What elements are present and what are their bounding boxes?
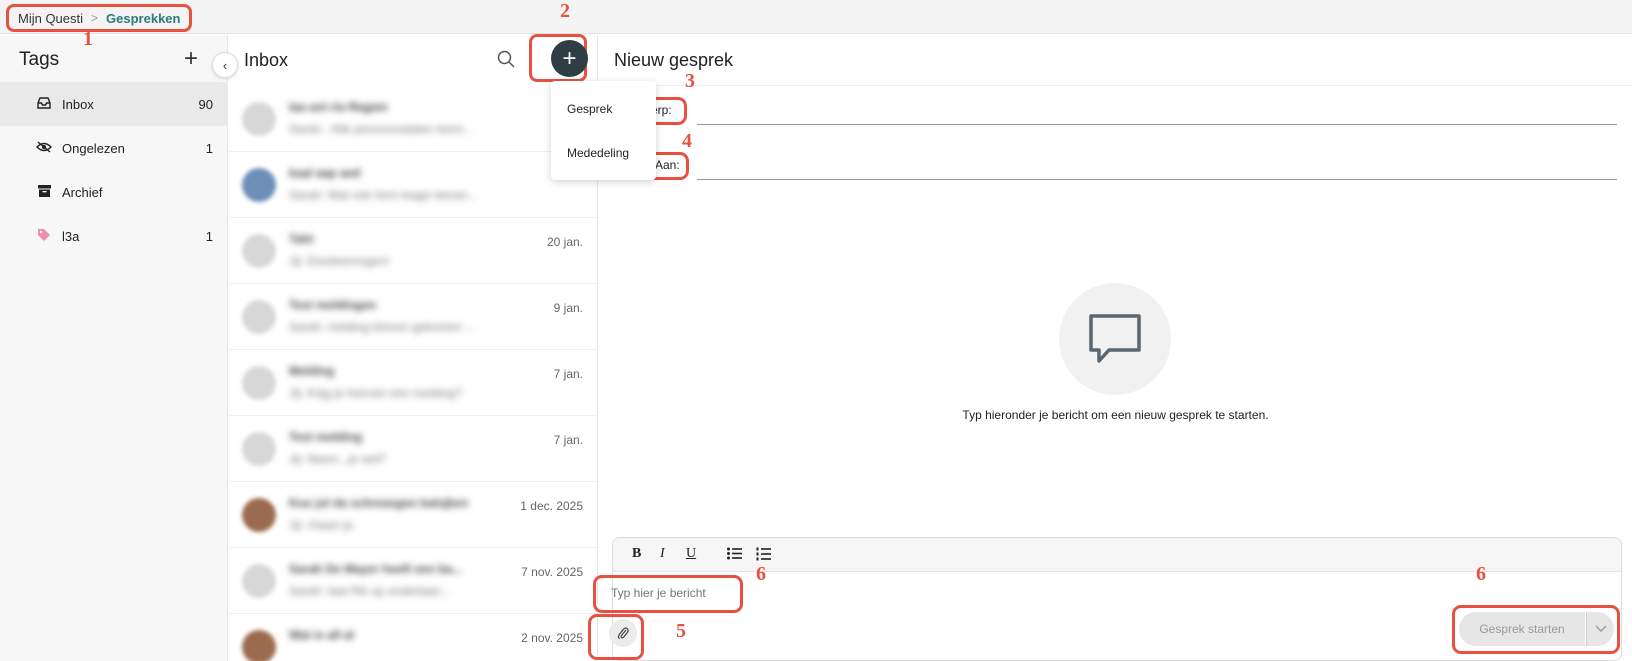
bold-button[interactable]: B: [632, 546, 641, 562]
conversation-item[interactable]: Test melding Jij: Nieen...je wel? 7 jan.: [229, 416, 597, 482]
sidebar-item-ongelezen[interactable]: Ongelezen 1: [0, 126, 228, 170]
paperclip-icon: [617, 627, 629, 640]
avatar: [242, 168, 276, 202]
sidebar-item-archief[interactable]: Archief: [0, 170, 228, 214]
conversation-item[interactable]: Test meldingen Sarah: melding binnen gek…: [229, 284, 597, 350]
avatar: [242, 102, 276, 136]
conversation-title: kaal aap aed: [289, 166, 361, 180]
conversation-title: Wat is all al: [289, 628, 354, 642]
recipient-input[interactable]: [697, 152, 1617, 180]
conversation-preview: Jij: Doedoereogen!: [289, 254, 390, 268]
conversation-date: 1 dec. 2025: [520, 499, 583, 513]
subject-input[interactable]: [697, 97, 1617, 125]
conversation-date: 2 nov. 2025: [521, 631, 583, 645]
conversation-item[interactable]: Taht Jij: Doedoereogen! 20 jan.: [229, 218, 597, 284]
conversation-item[interactable]: Melding Jij: Krijg je hiervan een meldin…: [229, 350, 597, 416]
sidebar-item-label: Inbox: [62, 96, 94, 112]
conversation-preview: Jij: Krijg je hiervan een melding?: [289, 386, 462, 400]
conversation-date: 7 jan.: [553, 433, 583, 447]
conversation-title: Sarah De Mayer heeft een ba...: [289, 562, 463, 576]
sidebar-item-inbox[interactable]: Inbox 90: [0, 82, 228, 126]
avatar: [242, 432, 276, 466]
new-conversation-button[interactable]: +: [551, 40, 588, 77]
top-bar: [0, 0, 1632, 34]
chevron-down-icon: [1595, 625, 1606, 632]
underline-button[interactable]: U: [686, 546, 696, 562]
empty-state-illustration: [1059, 283, 1171, 395]
sidebar-item-count: 1: [205, 228, 213, 244]
conversation-preview: Jij: chaan ja: [289, 518, 353, 532]
inbox-icon: [36, 96, 52, 112]
chat-bubble-icon: [1089, 314, 1141, 363]
attach-button[interactable]: [609, 619, 637, 647]
breadcrumb: Mijn Questi > Gesprekken: [6, 4, 193, 32]
conversation-item[interactable]: Sarah De Mayer heeft een ba... Sarah: la…: [229, 548, 597, 614]
add-tag-button[interactable]: +: [184, 47, 198, 71]
eye-off-icon: [36, 140, 52, 156]
divider: [599, 85, 1632, 86]
new-conversation-menu: Gesprek Mededeling: [551, 81, 656, 180]
to-label: Aan:: [655, 158, 680, 172]
menu-item-mededeling[interactable]: Mededeling: [551, 131, 656, 175]
tags-sidebar: Tags + Inbox 90 Ongelezen 1 Archief l3a …: [0, 35, 228, 661]
annotation-number: 3: [685, 70, 695, 92]
avatar: [242, 564, 276, 598]
conversation-preview: Jij: Nieen...je wel?: [289, 452, 386, 466]
message-input[interactable]: [611, 579, 735, 607]
conversation-title: Test melding: [289, 430, 363, 444]
conversation-item[interactable]: kaal aap aed Sarah: Wat ook hem leage le…: [229, 152, 597, 218]
breadcrumb-home-link[interactable]: Mijn Questi: [18, 11, 83, 26]
archive-icon: [36, 184, 52, 200]
inbox-title: Inbox: [244, 50, 289, 70]
breadcrumb-separator: >: [91, 11, 99, 25]
conversation-item[interactable]: Iaa aot ria Ragwn Sarah - Alle persoonsd…: [229, 86, 597, 152]
conversation-date: 7 jan.: [553, 367, 583, 381]
conversation-preview: Sarah: melding binnen gekomen ...: [289, 320, 476, 334]
sidebar-item-l3a[interactable]: l3a 1: [0, 214, 228, 258]
conversation-preview: Sarah: laat Rik op onderlaan...: [289, 584, 452, 598]
annotation-number: 5: [676, 620, 686, 642]
bullet-list-icon[interactable]: [727, 547, 742, 565]
avatar: [242, 234, 276, 268]
conversation-title: Kuo jul da schreasgen balsjken: [289, 496, 469, 510]
inbox-panel: Inbox Iaa aot ria Ragwn Sarah - Alle per…: [229, 35, 598, 661]
annotation-number: 4: [682, 130, 692, 152]
sidebar-item-count: 90: [198, 96, 213, 112]
sidebar-item-label: Archief: [62, 184, 103, 200]
empty-state-text: Typ hieronder je bericht om een nieuw ge…: [962, 408, 1269, 422]
annotation-number: 1: [83, 28, 93, 50]
tags-title: Tags: [19, 49, 60, 70]
start-conversation-button[interactable]: Gesprek starten: [1459, 612, 1585, 646]
avatar: [242, 366, 276, 400]
conversation-title: Melding: [289, 364, 335, 378]
conversation-date: 7 nov. 2025: [521, 565, 583, 579]
conversation-date: 9 jan.: [553, 301, 583, 315]
conversation-title: Iaa aot ria Ragwn: [289, 100, 388, 114]
tag-icon: [36, 228, 52, 245]
avatar: [242, 630, 276, 661]
conversation-preview: Sarah - Alle persoonsdaten leem...: [289, 122, 474, 136]
compose-title: Nieuw gesprek: [614, 50, 734, 70]
annotation-number: 2: [560, 0, 570, 22]
avatar: [242, 498, 276, 532]
avatar: [242, 300, 276, 334]
sidebar-item-label: l3a: [62, 228, 80, 244]
breadcrumb-current: Gesprekken: [106, 10, 181, 26]
conversation-title: Test meldingen: [289, 298, 377, 312]
annotation-number: 6: [756, 563, 766, 585]
conversation-title: Taht: [289, 232, 314, 246]
italic-button[interactable]: I: [660, 546, 665, 562]
sidebar-item-count: 1: [205, 140, 213, 156]
conversation-date: 20 jan.: [546, 235, 583, 249]
annotation-number: 6: [1476, 563, 1486, 585]
conversation-preview: Sarah: Wat ook hem leage leeran...: [289, 188, 478, 202]
conversation-item[interactable]: Kuo jul da schreasgen balsjken Jij: chaa…: [229, 482, 597, 548]
collapse-sidebar-button[interactable]: ‹: [212, 52, 238, 78]
conversation-item[interactable]: Wat is all al 2 nov. 2025: [229, 614, 597, 661]
search-icon[interactable]: [497, 50, 515, 73]
menu-item-gesprek[interactable]: Gesprek: [551, 87, 656, 131]
sidebar-item-label: Ongelezen: [62, 140, 125, 156]
